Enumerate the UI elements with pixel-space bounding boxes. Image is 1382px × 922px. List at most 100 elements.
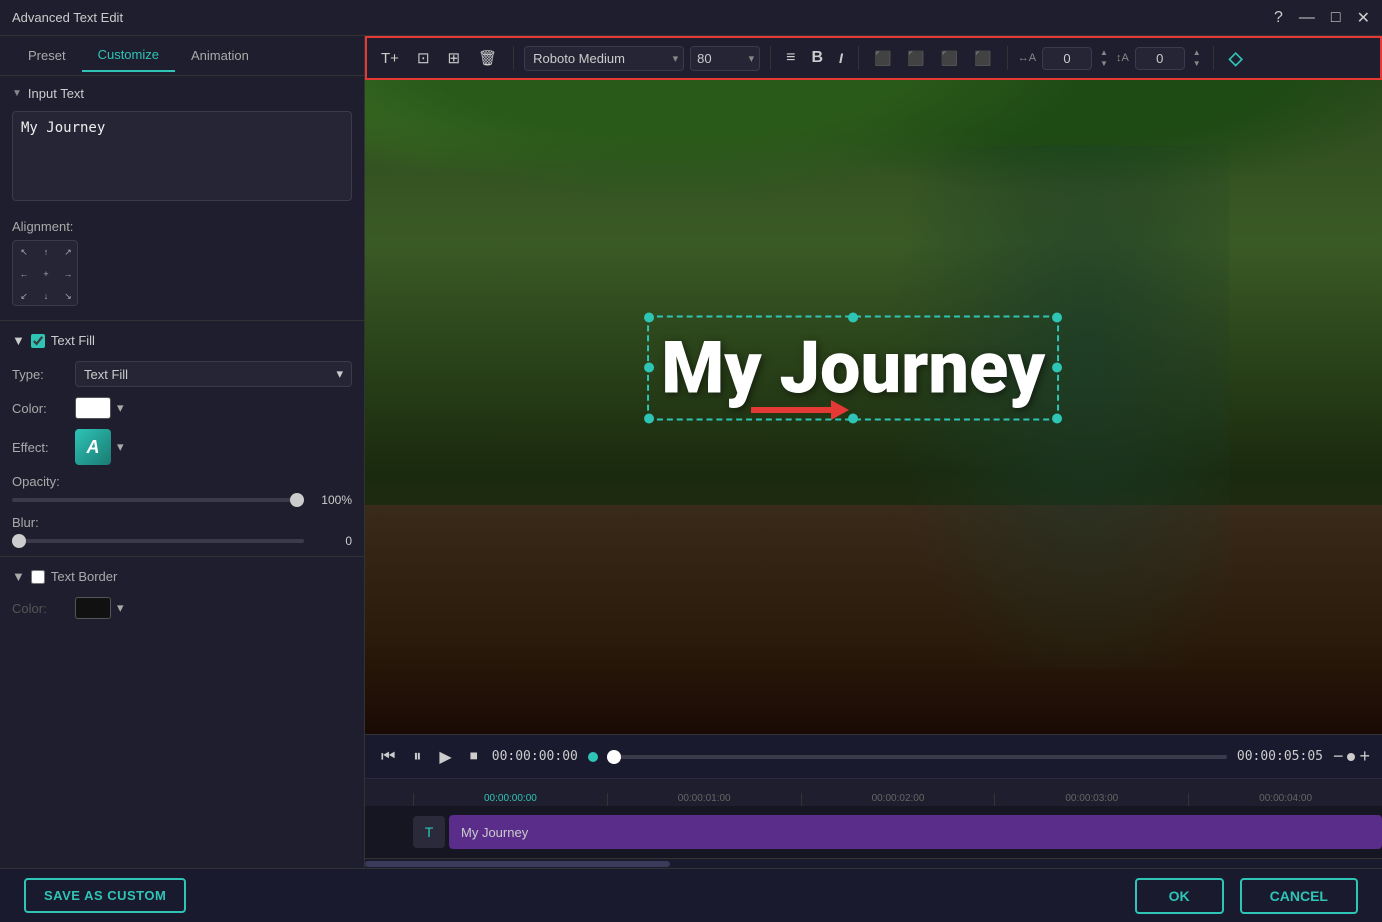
close-button[interactable]: ✕ bbox=[1357, 8, 1370, 28]
handle-mid-left[interactable] bbox=[644, 363, 654, 373]
char-spacing-spinner: ▲ ▼ bbox=[1098, 48, 1110, 69]
toolbar-sep-4 bbox=[1007, 46, 1008, 70]
tab-preset[interactable]: Preset bbox=[12, 40, 82, 71]
maximize-button[interactable]: □ bbox=[1331, 9, 1341, 27]
align-top-left[interactable]: ↖ bbox=[13, 241, 35, 263]
text-fill-label: Text Fill bbox=[51, 333, 95, 348]
timeline-ruler: 00:00:00:00 00:00:01:00 00:00:02:00 00:0… bbox=[365, 778, 1382, 806]
line-spacing-input[interactable] bbox=[1135, 47, 1185, 70]
toolbar-sep-3 bbox=[858, 46, 859, 70]
timeline-thumb[interactable] bbox=[607, 750, 621, 764]
cancel-button[interactable]: CANCEL bbox=[1240, 878, 1358, 914]
align-mid-center[interactable]: + bbox=[35, 263, 57, 285]
handle-mid-right[interactable] bbox=[1052, 363, 1062, 373]
text-border-header[interactable]: ▼ Text Border bbox=[0, 561, 364, 592]
color-row: Color: ▾ bbox=[0, 392, 364, 424]
ok-button[interactable]: OK bbox=[1135, 878, 1224, 914]
align-mid-right[interactable]: → bbox=[57, 263, 79, 285]
bar-chart-icon[interactable]: ≡ bbox=[781, 45, 800, 71]
input-text-label: Input Text bbox=[28, 86, 84, 101]
tab-animation[interactable]: Animation bbox=[175, 40, 265, 71]
transform-button[interactable]: ⊡ bbox=[411, 45, 436, 71]
color-picker-button[interactable]: ◇ bbox=[1224, 44, 1248, 73]
timeline-scrollbar[interactable] bbox=[365, 858, 1382, 868]
help-button[interactable]: ? bbox=[1274, 9, 1283, 27]
zoom-out-button[interactable]: − bbox=[1333, 746, 1344, 767]
ruler-marks: 00:00:00:00 00:00:01:00 00:00:02:00 00:0… bbox=[413, 793, 1382, 806]
bottom-bar: SAVE AS CUSTOM OK CANCEL bbox=[0, 868, 1382, 922]
font-size-select[interactable]: 80 bbox=[690, 46, 760, 71]
stop-button[interactable]: ⏹ bbox=[466, 744, 482, 770]
line-spacing-down[interactable]: ▼ bbox=[1191, 59, 1203, 69]
effect-dropdown-icon[interactable]: ▾ bbox=[117, 439, 124, 455]
track-clip[interactable]: My Journey bbox=[449, 815, 1382, 849]
delete-button[interactable]: 🗑 bbox=[472, 45, 503, 71]
text-fill-checkbox[interactable] bbox=[31, 334, 45, 348]
timeline-progress-bar[interactable] bbox=[608, 755, 1227, 759]
handle-top-mid[interactable] bbox=[848, 312, 858, 322]
align-top-center[interactable]: ↑ bbox=[35, 241, 57, 263]
add-text-button[interactable]: T+ bbox=[375, 46, 405, 71]
text-fill-header[interactable]: ▼ Text Fill bbox=[0, 325, 364, 356]
zoom-in-button[interactable]: + bbox=[1359, 746, 1370, 767]
handle-top-left[interactable] bbox=[644, 312, 654, 322]
opacity-slider[interactable] bbox=[12, 498, 304, 502]
border-dropdown-icon[interactable]: ▾ bbox=[117, 600, 124, 616]
align-bot-left[interactable]: ↙ bbox=[13, 285, 35, 307]
line-spacing-up[interactable]: ▲ bbox=[1191, 48, 1203, 58]
char-spacing-down[interactable]: ▼ bbox=[1098, 59, 1110, 69]
input-text-field[interactable]: My Journey bbox=[12, 111, 352, 201]
effect-preview[interactable]: A bbox=[75, 429, 111, 465]
step-back-button[interactable]: ⏸ bbox=[409, 744, 425, 770]
toolbar-sep-5 bbox=[1213, 46, 1214, 70]
fill-color-swatch[interactable] bbox=[75, 397, 111, 419]
handle-bot-right[interactable] bbox=[1052, 413, 1062, 423]
char-spacing-up[interactable]: ▲ bbox=[1098, 48, 1110, 58]
effect-preview-row: A ▾ bbox=[75, 429, 124, 465]
align-top-right[interactable]: ↗ bbox=[57, 241, 79, 263]
text-border-label: Text Border bbox=[51, 569, 117, 584]
align-bot-right[interactable]: ↘ bbox=[57, 285, 79, 307]
track-clip-label: My Journey bbox=[461, 825, 528, 840]
blur-slider[interactable] bbox=[12, 539, 304, 543]
text-border-checkbox[interactable] bbox=[31, 570, 45, 584]
opacity-slider-container: 100% bbox=[12, 493, 352, 507]
tab-customize[interactable]: Customize bbox=[82, 39, 175, 72]
font-select[interactable]: Roboto Medium bbox=[524, 46, 684, 71]
align-left-button[interactable]: ⬛ bbox=[869, 46, 896, 71]
type-select[interactable]: Text Fill ▾ bbox=[75, 361, 352, 387]
align-right-button[interactable]: ⬛ bbox=[936, 46, 963, 71]
skip-back-button[interactable]: ⏮ bbox=[377, 744, 399, 770]
save-as-custom-button[interactable]: SAVE AS CUSTOM bbox=[24, 878, 186, 913]
handle-bot-mid[interactable] bbox=[848, 413, 858, 423]
minimize-button[interactable]: — bbox=[1299, 9, 1315, 27]
color-dropdown-icon[interactable]: ▾ bbox=[117, 400, 124, 416]
preview-text-wrapper[interactable]: My Journey bbox=[647, 315, 1059, 420]
right-panel: T+ ⊡ ⊞ 🗑 Roboto Medium ▾ 80 ▾ ≡ bbox=[365, 36, 1382, 868]
input-text-header[interactable]: ▼ Input Text bbox=[0, 76, 364, 107]
scroll-thumb[interactable] bbox=[365, 861, 670, 867]
opacity-value: 100% bbox=[312, 493, 352, 507]
bold-button[interactable]: B bbox=[806, 45, 828, 71]
align-bot-center[interactable]: ↓ bbox=[35, 285, 57, 307]
handle-top-right[interactable] bbox=[1052, 312, 1062, 322]
text-selection-box: My Journey bbox=[647, 315, 1059, 420]
input-text-chevron: ▼ bbox=[12, 88, 22, 99]
ruler-mark-3: 00:00:03:00 bbox=[994, 793, 1188, 806]
left-panel: Preset Customize Animation ▼ Input Text … bbox=[0, 36, 365, 868]
italic-button[interactable]: I bbox=[834, 46, 848, 70]
handle-bot-left[interactable] bbox=[644, 413, 654, 423]
current-time-display: 00:00:00:00 bbox=[492, 749, 578, 764]
zoom-dot bbox=[1347, 753, 1355, 761]
align-justify-button[interactable]: ⬛ bbox=[969, 46, 996, 71]
align-center-button[interactable]: ⬛ bbox=[902, 46, 929, 71]
track-type-icon: T bbox=[413, 816, 445, 848]
border-color-swatch[interactable] bbox=[75, 597, 111, 619]
play-button[interactable]: ▶ bbox=[435, 743, 455, 771]
image-button[interactable]: ⊞ bbox=[442, 45, 467, 71]
border-color-row: Color: ▾ bbox=[0, 592, 364, 624]
char-spacing-input[interactable] bbox=[1042, 47, 1092, 70]
text-border-chevron: ▼ bbox=[12, 569, 25, 584]
line-spacing-spinner: ▲ ▼ bbox=[1191, 48, 1203, 69]
align-mid-left[interactable]: ← bbox=[13, 263, 35, 285]
